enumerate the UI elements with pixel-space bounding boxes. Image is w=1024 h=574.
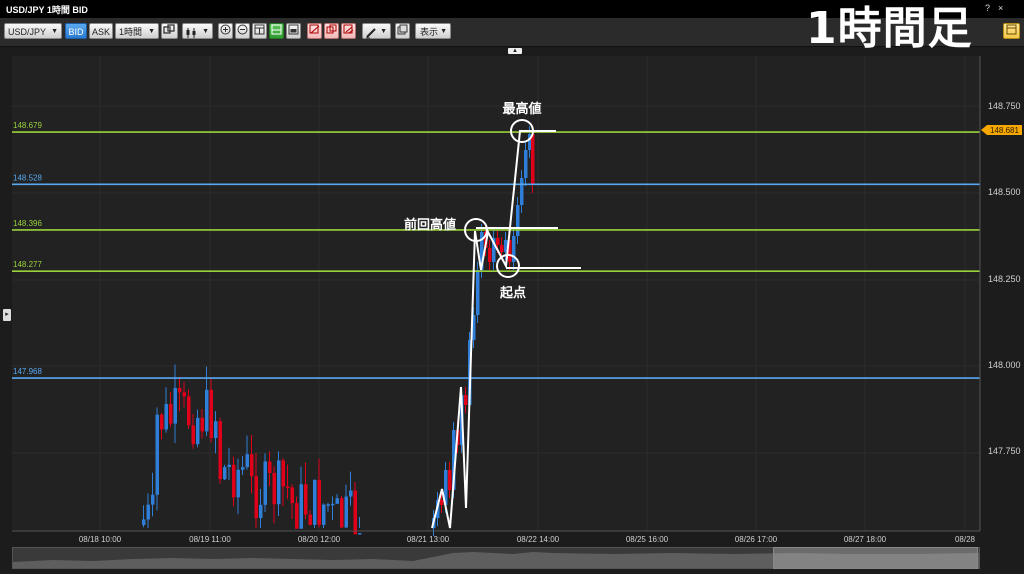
candle-body (295, 503, 299, 529)
time-tick-label: 08/22 14:00 (517, 535, 560, 544)
time-tick-label: 08/19 11:00 (189, 535, 231, 544)
previous-high-label: 前回高値 (404, 217, 456, 233)
candle-body (358, 533, 362, 535)
candle-body (476, 270, 480, 315)
candle-body (317, 479, 321, 525)
candle-body (245, 454, 249, 468)
price-tick-label: 148.750 (988, 101, 1021, 111)
candle-body (531, 134, 535, 185)
candle-body (178, 388, 182, 393)
candle-body (488, 248, 492, 262)
candle-body (187, 396, 191, 426)
candle-body (286, 486, 290, 488)
candle-body (496, 238, 500, 245)
horizontal-line-price-label: 147.968 (13, 367, 42, 376)
candle-body (340, 498, 344, 528)
candle-body (155, 414, 159, 495)
candle-body (308, 514, 312, 525)
candle-body (322, 504, 326, 525)
horizontal-line-price-label: 148.396 (13, 219, 42, 228)
candle-body (268, 461, 272, 473)
candle-body (146, 504, 150, 520)
candle-body (344, 496, 348, 528)
candle-body (277, 460, 281, 505)
candle-body (304, 484, 308, 515)
candle-body (516, 205, 520, 236)
candle-body (272, 472, 276, 505)
time-tick-label: 08/18 10:00 (79, 535, 122, 544)
current-price-label: 148.681 (990, 126, 1019, 135)
price-tick-label: 148.500 (988, 187, 1021, 197)
horizontal-line-price-label: 148.679 (13, 121, 42, 130)
horizontal-line-price-label: 148.277 (13, 260, 42, 269)
candle-body (218, 421, 222, 480)
highest-price-label: 最高値 (502, 101, 541, 117)
time-tick-label: 08/21 13:00 (407, 535, 450, 544)
time-tick-label: 08/26 17:00 (735, 535, 778, 544)
candle-body (182, 392, 186, 397)
candle-body (191, 425, 195, 445)
candle-body (232, 464, 236, 498)
candle-body (448, 470, 452, 490)
candle-body (263, 461, 267, 505)
candle-body (500, 245, 504, 252)
candle-body (290, 487, 294, 504)
candle-body (151, 494, 155, 505)
candle-body (142, 519, 146, 525)
price-tick-label: 147.750 (988, 446, 1021, 456)
starting-point-label: 起点 (499, 285, 526, 301)
time-tick-label: 08/20 12:00 (298, 535, 341, 544)
navigator-window[interactable] (773, 547, 978, 569)
candle-body (349, 490, 353, 497)
price-axis[interactable]: 148.750 148.500 148.250 148.000 147.750 … (981, 101, 1022, 456)
candle-body (241, 467, 245, 470)
candle-body (464, 395, 468, 405)
horizontal-line-price-label: 148.528 (13, 173, 42, 182)
candle-body (520, 178, 524, 205)
time-tick-label: 08/27 18:00 (844, 535, 887, 544)
candle-body (164, 404, 168, 430)
candle-body (331, 503, 335, 506)
candle-body (209, 389, 213, 439)
time-tick-label: 08/25 16:00 (626, 535, 669, 544)
candle-body (281, 460, 285, 487)
candle-body (524, 150, 528, 178)
candle-body (236, 469, 240, 498)
candle-body (313, 479, 317, 525)
candle-body (160, 414, 164, 430)
candle-body (335, 498, 339, 504)
price-tick-label: 148.000 (988, 360, 1021, 370)
price-chart[interactable]: 148.679 148.528 148.396 148.277 147.968 148.… (0, 0, 1024, 574)
candle-body (250, 454, 254, 477)
candle-body (259, 504, 263, 519)
candle-body (326, 504, 330, 506)
candle-body (169, 404, 173, 424)
current-price-tag: 148.681 (981, 125, 1022, 135)
candle-body (205, 389, 209, 432)
price-tick-label: 148.250 (988, 274, 1021, 284)
candle-body (173, 388, 177, 424)
candle-body (299, 484, 303, 529)
candle-body (353, 490, 357, 535)
candle-body (254, 476, 258, 519)
candle-body (440, 500, 444, 505)
candle-body (227, 464, 231, 468)
candle-body (223, 467, 227, 480)
time-tick-label: 08/28 (955, 535, 976, 544)
time-axis[interactable]: 08/18 10:00 08/19 11:00 08/20 12:00 08/2… (79, 535, 976, 544)
candle-body (214, 421, 218, 439)
candle-body (196, 417, 200, 445)
candle-body (200, 417, 204, 432)
